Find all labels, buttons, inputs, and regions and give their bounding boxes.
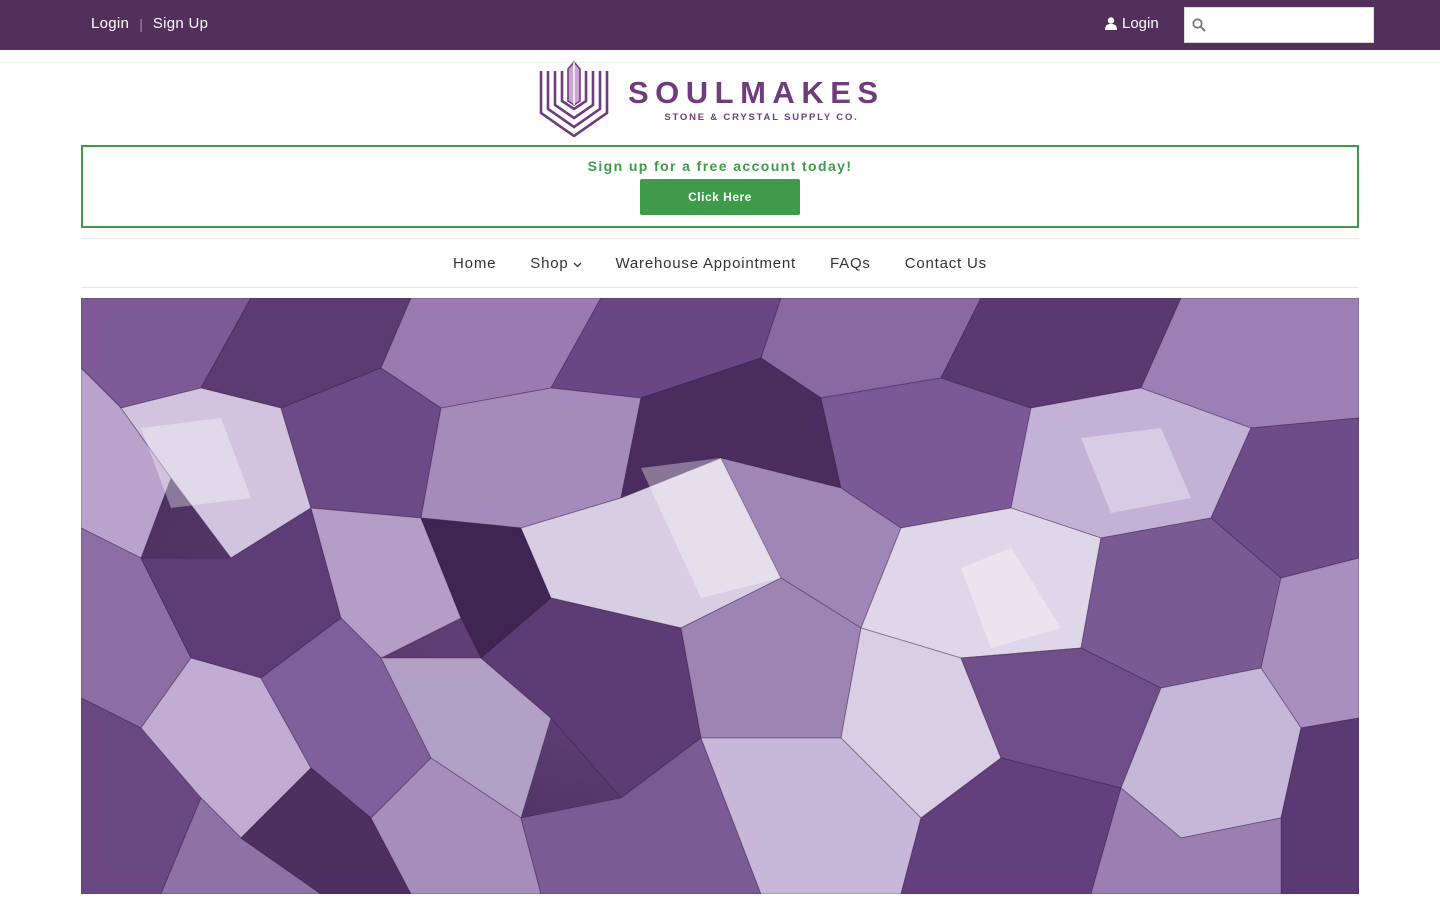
- click-here-button[interactable]: Click Here: [640, 179, 800, 215]
- signup-link[interactable]: Sign Up: [153, 15, 208, 32]
- nav-item-warehouse-appointment[interactable]: Warehouse Appointment: [616, 255, 797, 272]
- logo-mark-icon: [539, 61, 609, 137]
- search-icon: [1185, 18, 1213, 32]
- hero-crystal-image: [81, 298, 1359, 894]
- nav-item-faqs[interactable]: FAQs: [830, 255, 871, 272]
- search-box: [1184, 7, 1374, 43]
- nav-item-home[interactable]: Home: [453, 255, 496, 272]
- nav-item-label: Shop: [530, 254, 569, 272]
- nav-item-shop[interactable]: Shop: [530, 255, 581, 272]
- top-bar: Login | Sign Up Login: [0, 0, 1440, 50]
- logo-brand-name: SOULMAKES: [628, 74, 885, 110]
- top-account-links: Login | Sign Up: [91, 15, 208, 32]
- nav-item-label: Contact Us: [904, 254, 987, 272]
- link-separator: |: [139, 15, 143, 32]
- nav-item-label: FAQs: [830, 254, 871, 272]
- signup-promo-banner: Sign up for a free account today! Click …: [81, 145, 1359, 228]
- nav-item-label: Home: [453, 254, 497, 272]
- account-login-label: Login: [1122, 15, 1159, 32]
- logo-tagline: STONE & CRYSTAL SUPPLY CO.: [664, 111, 859, 123]
- promo-message: Sign up for a free account today!: [587, 158, 853, 174]
- nav-item-contact-us[interactable]: Contact Us: [905, 255, 987, 272]
- main-navigation: Home Shop Warehouse Appointment FAQs Con…: [81, 238, 1359, 288]
- account-login-link[interactable]: Login: [1105, 15, 1159, 32]
- user-icon: [1105, 17, 1117, 30]
- nav-item-label: Warehouse Appointment: [615, 254, 797, 272]
- site-logo[interactable]: SOULMAKES STONE & CRYSTAL SUPPLY CO.: [538, 60, 902, 138]
- login-link[interactable]: Login: [91, 15, 129, 32]
- search-input[interactable]: [1213, 10, 1368, 40]
- chevron-down-icon: [573, 255, 582, 272]
